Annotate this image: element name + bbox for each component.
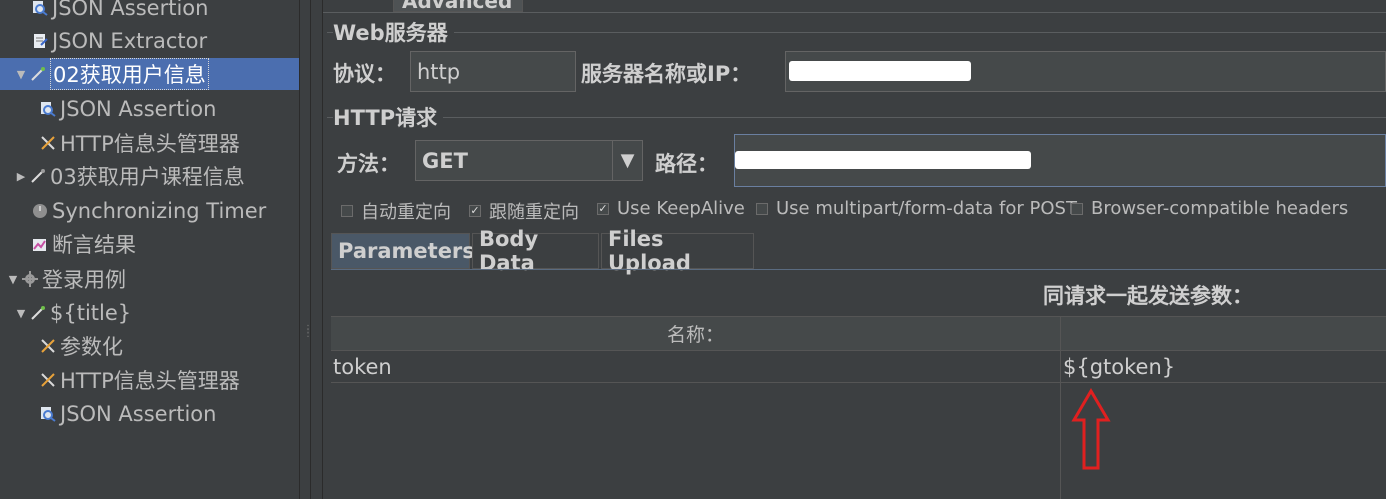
checkbox-label: Use multipart/form-data for POST [776, 198, 1077, 219]
tree-item-label: 参数化 [60, 335, 123, 359]
tree-item-http-header-manager-2[interactable]: HTTP信息头管理器 [38, 364, 240, 396]
param-name-cell[interactable]: token [331, 351, 1060, 383]
chevron-down-icon[interactable]: ▼ [612, 141, 642, 180]
checkbox-label: 跟随重定向 [489, 202, 579, 223]
tree-item-label: HTTP信息头管理器 [60, 132, 240, 156]
test-plan-tree: JSON Assertion JSON Extractor ▼ 02获取用户信息… [0, 0, 299, 499]
magnifier-icon [38, 99, 58, 119]
server-name-label: 服务器名称或IP： [581, 62, 752, 86]
divider [331, 269, 1386, 270]
tree-item-label: HTTP信息头管理器 [60, 369, 240, 393]
tree-item-02-get-user-info[interactable]: ▼ 02获取用户信息 [0, 58, 299, 90]
use-multipart-checkbox[interactable]: Use multipart/form-data for POST [756, 198, 1077, 219]
checkbox-box [1071, 202, 1083, 215]
tree-item-json-assertion-3[interactable]: JSON Assertion [38, 398, 216, 430]
protocol-input[interactable]: http [410, 51, 576, 92]
chart-icon [30, 234, 50, 254]
tab-advanced[interactable]: Advanced [393, 0, 523, 13]
browser-compatible-headers-checkbox[interactable]: Browser-compatible headers [1071, 198, 1348, 219]
server-name-input[interactable] [785, 51, 1386, 92]
wrench-icon [38, 336, 58, 356]
tree-item-label: 03获取用户课程信息 [50, 165, 245, 189]
divider [323, 12, 1386, 13]
tree-item-synchronizing-timer[interactable]: Synchronizing Timer [30, 195, 266, 227]
pipette-icon [28, 303, 48, 323]
tree-item-label: ${title} [50, 301, 132, 325]
params-header: 同请求一起发送参数： [1043, 284, 1253, 308]
checkbox-label: Browser-compatible headers [1091, 198, 1349, 219]
tree-item-assertion-results[interactable]: 断言结果 [30, 228, 136, 260]
tree-item-label: JSON Assertion [60, 97, 217, 121]
parameters-table: 名称： token ${gtoken} [331, 316, 1386, 499]
tree-item-label: JSON Assertion [52, 0, 209, 20]
tab-files-upload[interactable]: Files Upload [601, 227, 754, 275]
tree-item-label: JSON Extractor [52, 29, 208, 53]
tree-item-title-sampler[interactable]: ▼ ${title} [14, 297, 131, 329]
annotation-arrow-icon [1071, 388, 1111, 470]
tree-item-label: 登录用例 [42, 268, 126, 292]
check-icon: ✓ [597, 201, 609, 215]
wrench-icon [38, 133, 58, 153]
tree-item-03-get-user-course-info[interactable]: ▶ 03获取用户课程信息 [14, 160, 245, 192]
splitter-grip-icon: ⋮ ⋮ [303, 324, 313, 339]
tree-item-json-extractor[interactable]: JSON Extractor [30, 25, 207, 57]
expand-arrow-icon[interactable]: ▼ [14, 68, 28, 81]
redaction-mark [789, 61, 971, 81]
checkbox-box [341, 205, 353, 217]
tree-item-login-case[interactable]: ▼ 登录用例 [6, 263, 126, 295]
path-input[interactable] [734, 134, 1386, 187]
checkbox-label: 自动重定向 [361, 202, 451, 223]
protocol-label: 协议： [333, 62, 396, 86]
pipette-icon [28, 64, 48, 84]
collapse-arrow-icon[interactable]: ▶ [14, 170, 28, 183]
column-header-name[interactable]: 名称： [331, 317, 1061, 351]
http-request-legend: HTTP请求 [333, 102, 444, 132]
timer-icon [30, 201, 50, 221]
magnifier-icon [30, 0, 50, 18]
check-icon: ✓ [469, 204, 481, 217]
http-request-panel: Advanced Web服务器 协议： http 服务器名称或IP： HTTP请… [323, 0, 1386, 499]
tree-item-json-assertion-2[interactable]: JSON Assertion [38, 93, 216, 125]
param-value-cell[interactable]: ${gtoken} [1061, 351, 1386, 383]
tab-parameters[interactable]: Parameters [331, 233, 475, 269]
extractor-icon [30, 31, 50, 51]
column-header-value[interactable] [1061, 317, 1386, 351]
path-label: 路径： [655, 152, 718, 176]
web-server-legend: Web服务器 [333, 17, 454, 47]
method-select[interactable]: GET ▼ [415, 140, 643, 181]
tree-item-label: 断言结果 [52, 233, 136, 257]
method-value: GET [422, 148, 468, 173]
tree-item-parameterize[interactable]: 参数化 [38, 330, 123, 362]
auto-redirect-checkbox[interactable]: 自动重定向 [341, 198, 451, 224]
magnifier-icon [38, 404, 58, 424]
panel-splitter[interactable]: ⋮ ⋮ [299, 0, 313, 499]
tree-item-http-header-manager-1[interactable]: HTTP信息头管理器 [38, 127, 240, 159]
tab-body-data[interactable]: Body Data [472, 227, 599, 275]
expand-arrow-icon[interactable]: ▼ [14, 307, 28, 320]
wrench-icon [38, 370, 58, 390]
divider [1060, 351, 1061, 499]
expand-arrow-icon[interactable]: ▼ [6, 273, 20, 286]
pipette-icon [28, 166, 48, 186]
checkbox-box [756, 202, 768, 215]
use-keepalive-checkbox[interactable]: ✓ Use KeepAlive [597, 198, 745, 219]
tree-item-label: Synchronizing Timer [52, 199, 267, 223]
follow-redirects-checkbox[interactable]: ✓ 跟随重定向 [469, 198, 579, 224]
http-request-group [327, 117, 1386, 118]
gear-icon [20, 269, 40, 289]
method-label: 方法： [337, 152, 400, 176]
checkbox-label: Use KeepAlive [617, 198, 745, 219]
tree-item-json-assertion-1[interactable]: JSON Assertion [30, 0, 208, 24]
tree-item-label: 02获取用户信息 [50, 58, 209, 90]
redaction-mark [735, 151, 1031, 169]
tree-item-label: JSON Assertion [60, 402, 217, 426]
